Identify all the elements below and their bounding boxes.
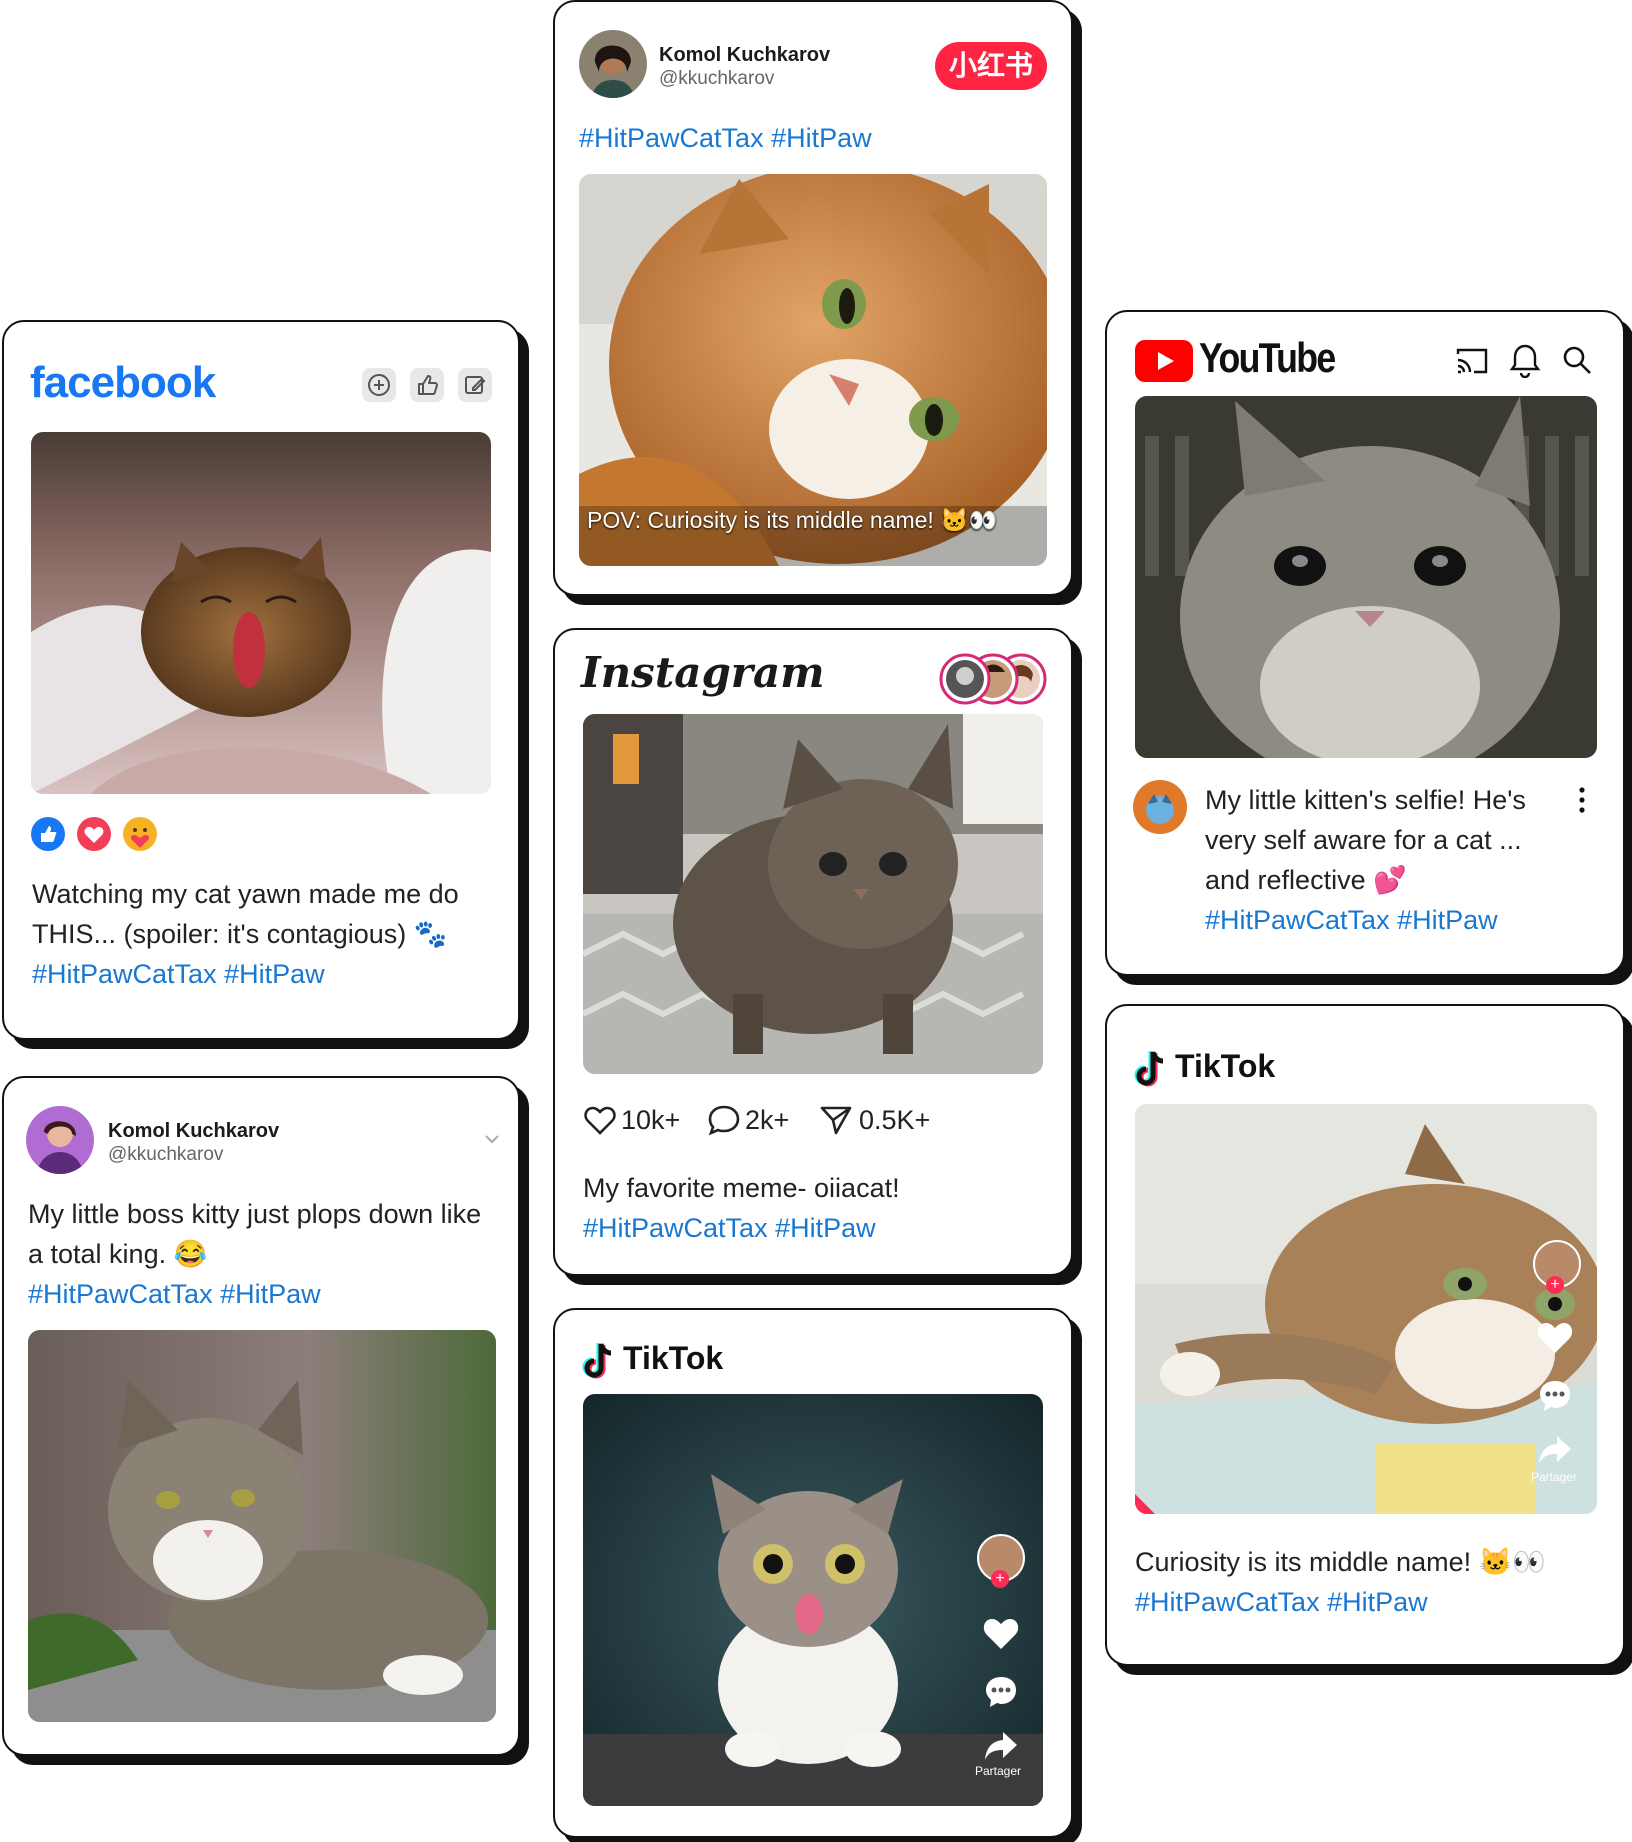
- tiktok-logo[interactable]: TikTok: [1175, 1048, 1275, 1085]
- tiktok-note-icon[interactable]: [1133, 1048, 1169, 1090]
- avatar[interactable]: [579, 30, 647, 98]
- video-title-line-1: My little kitten's selfie! He's: [1205, 785, 1526, 815]
- comment-icon[interactable]: [707, 1104, 741, 1136]
- hashtags[interactable]: #HitPawCatTax #HitPaw: [32, 954, 325, 994]
- thumbs-up-icon[interactable]: [410, 368, 444, 402]
- comment-bubble-icon[interactable]: [983, 1674, 1019, 1710]
- tiktok-note-icon[interactable]: [581, 1340, 617, 1382]
- meme-cat-photo: [583, 714, 1043, 1074]
- ginger-cat-photo: POV: Curiosity is its middle name! 🐱👀: [579, 174, 1047, 566]
- care-reaction-icon[interactable]: [122, 816, 158, 852]
- facebook-card: facebook Watching my cat yawn made me do…: [2, 320, 520, 1040]
- follow-plus-icon[interactable]: +: [991, 1570, 1009, 1588]
- youtube-logo[interactable]: YouTube: [1199, 334, 1336, 382]
- facebook-logo[interactable]: facebook: [30, 358, 216, 408]
- author-handle[interactable]: @kkuchkarov: [108, 1144, 223, 1166]
- author-handle[interactable]: @kkuchkarov: [659, 68, 774, 90]
- post-caption-line-2: a total king. 😂: [28, 1239, 208, 1269]
- photo-overlay-caption: POV: Curiosity is its middle name! 🐱👀: [587, 507, 998, 533]
- youtube-card: YouTube My little kitten's selfie! He's …: [1105, 310, 1625, 976]
- hashtags[interactable]: #HitPawCatTax #HitPaw: [1205, 900, 1498, 940]
- share-label: Partager: [1531, 1470, 1578, 1484]
- xiaohongshu-card: Komol Kuchkarov @kkuchkarov 小红书 #HitPawC…: [553, 0, 1073, 596]
- plus-circle-icon[interactable]: [362, 368, 396, 402]
- share-label: Partager: [975, 1764, 1022, 1778]
- cast-icon[interactable]: [1455, 346, 1489, 376]
- post-caption: My favorite meme- oiiacat!: [583, 1173, 900, 1203]
- edit-icon[interactable]: [458, 368, 492, 402]
- avatar[interactable]: [26, 1106, 94, 1174]
- video-title-line-3: and reflective 💕: [1205, 865, 1407, 895]
- hashtags[interactable]: #HitPawCatTax #HitPaw: [1135, 1582, 1428, 1622]
- chevron-down-icon[interactable]: [482, 1132, 502, 1146]
- post-caption-line-2: THIS... (spoiler: it's contagious) 🐾: [32, 919, 448, 949]
- like-heart-icon[interactable]: [981, 1616, 1021, 1652]
- stories-avatars[interactable]: [937, 652, 1047, 706]
- tiktok-card-right: TikTok + Partager Curiosity is its middl…: [1105, 1004, 1625, 1666]
- share-icon[interactable]: [819, 1104, 853, 1136]
- hashtags[interactable]: #HitPawCatTax #HitPaw: [28, 1274, 321, 1314]
- instagram-card: Instagram 10k+ 2k+ 0.5K+ My favorite mem…: [553, 628, 1073, 1276]
- comment-bubble-icon[interactable]: [1537, 1378, 1573, 1414]
- kitten-tongue-video[interactable]: + Partager: [583, 1394, 1043, 1806]
- author-name[interactable]: Komol Kuchkarov: [108, 1120, 279, 1143]
- more-options-icon[interactable]: [1577, 786, 1587, 814]
- curious-cat-video[interactable]: + Partager: [1135, 1104, 1597, 1514]
- xiaohongshu-logo-badge[interactable]: 小红书: [935, 42, 1047, 90]
- tiktok-logo[interactable]: TikTok: [623, 1340, 723, 1377]
- yawning-cat-photo: [31, 432, 491, 794]
- comments-count: 2k+: [745, 1105, 790, 1135]
- heart-icon[interactable]: [583, 1104, 617, 1136]
- likes-count: 10k+: [621, 1105, 681, 1135]
- like-reaction-icon[interactable]: [30, 816, 66, 852]
- search-icon[interactable]: [1561, 344, 1593, 376]
- shares-count: 0.5K+: [859, 1105, 931, 1135]
- tiktok-card-center: TikTok + Partager: [553, 1308, 1073, 1838]
- youtube-play-icon[interactable]: [1135, 340, 1193, 382]
- follow-plus-icon[interactable]: +: [1546, 1276, 1564, 1294]
- love-reaction-icon[interactable]: [76, 816, 112, 852]
- post-caption: Curiosity is its middle name! 🐱👀: [1135, 1547, 1546, 1577]
- share-arrow-icon[interactable]: [983, 1730, 1019, 1762]
- post-caption-line-1: My little boss kitty just plops down lik…: [28, 1199, 482, 1229]
- hashtags[interactable]: #HitPawCatTax #HitPaw: [579, 118, 872, 158]
- video-title-line-2: very self aware for a cat ...: [1205, 825, 1522, 855]
- instagram-logo[interactable]: Instagram: [581, 648, 825, 697]
- twitter-card: Komol Kuchkarov @kkuchkarov My little bo…: [2, 1076, 520, 1756]
- bell-icon[interactable]: [1509, 342, 1541, 379]
- share-arrow-icon[interactable]: [1537, 1434, 1573, 1466]
- selfie-cat-video[interactable]: [1135, 396, 1597, 758]
- like-heart-icon[interactable]: [1535, 1320, 1575, 1356]
- hashtags[interactable]: #HitPawCatTax #HitPaw: [583, 1208, 876, 1248]
- post-caption-line-1: Watching my cat yawn made me do: [32, 879, 459, 909]
- author-name[interactable]: Komol Kuchkarov: [659, 44, 830, 67]
- channel-avatar[interactable]: [1133, 780, 1187, 834]
- tabby-kitten-photo: [28, 1330, 496, 1722]
